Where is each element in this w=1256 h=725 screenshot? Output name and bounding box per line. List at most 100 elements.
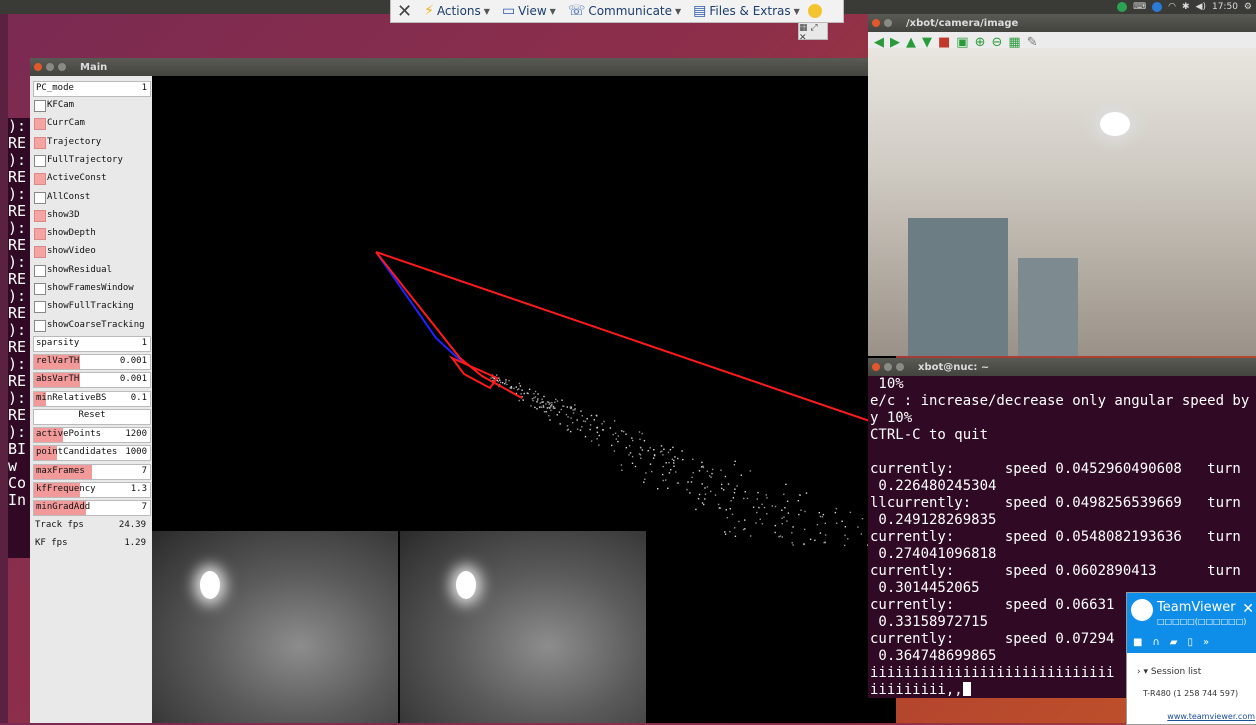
settings-gear-icon[interactable]: ⚙	[1244, 2, 1252, 12]
chat-icon[interactable]: ▰	[1170, 637, 1178, 648]
slider-activepoints[interactable]: activePoints 1200	[33, 427, 151, 443]
checkbox-showresidual[interactable]: showResidual	[33, 264, 149, 278]
view-menu[interactable]: ▭ View ▼	[502, 3, 556, 19]
window-maximize-icon[interactable]	[58, 63, 66, 71]
window-maximize-icon[interactable]	[896, 363, 904, 371]
smiley-icon[interactable]	[807, 4, 822, 18]
cloud-point	[554, 401, 556, 403]
cloud-point	[506, 383, 508, 386]
window-minimize-icon[interactable]	[884, 19, 892, 27]
headset-icon[interactable]: ∩	[1152, 637, 1159, 648]
cloud-point	[836, 522, 838, 524]
teamviewer-link[interactable]: www.teamviewer.com	[1167, 712, 1255, 721]
checkbox-activeconst[interactable]: ActiveConst	[33, 172, 149, 186]
cloud-point	[566, 406, 568, 408]
more-icon[interactable]: »	[1203, 637, 1209, 648]
cloud-point	[781, 523, 783, 525]
checkbox-box[interactable]	[34, 100, 46, 112]
keyboard-icon[interactable]: ⌨	[1133, 2, 1146, 12]
terminal-line: currently: speed 0.0452960490608 turn	[870, 461, 1241, 477]
checkbox-box[interactable]	[34, 191, 46, 204]
cloud-point	[541, 401, 543, 403]
checkbox-box[interactable]	[34, 264, 46, 277]
close-icon[interactable]: ✕	[397, 1, 412, 22]
background-terminal[interactable]: ): RE): RE): RE): RE): RE): RE): RE): RE): RE): BI…	[8, 118, 32, 558]
slider-maxframes[interactable]: maxFrames 7	[33, 463, 151, 480]
slider-absvarth[interactable]: absVarTH 0.001	[33, 372, 151, 389]
checkbox-showfulltracking[interactable]: showFullTracking	[33, 300, 149, 314]
clock[interactable]: 17:50	[1212, 2, 1238, 12]
window-close-icon[interactable]	[872, 19, 880, 27]
window-minimize-icon[interactable]	[884, 363, 892, 371]
checkbox-box[interactable]	[34, 301, 46, 314]
checkbox-showdepth[interactable]: showDepth	[33, 227, 149, 241]
files-extras-menu[interactable]: ▤ Files & Extras ▼	[693, 3, 800, 19]
cloud-point	[639, 438, 641, 440]
main-window: Main PC_mode 1 KFCam CurrCam Trajectory Ful…	[30, 58, 896, 723]
communicate-menu[interactable]: ☏ Communicate ▼	[568, 3, 681, 19]
checkbox-show3d[interactable]: show3D	[33, 209, 149, 223]
session-entry[interactable]: T-R480 (1 258 744 597)	[1143, 689, 1238, 698]
sparsity-field[interactable]: sparsity 1	[33, 336, 151, 352]
cloud-point	[561, 399, 563, 401]
slider-relvarth[interactable]: relVarTH 0.001	[33, 354, 151, 370]
window-minimize-icon[interactable]	[46, 63, 54, 71]
slider-kffrequency[interactable]: kfFrequency 1.3	[33, 481, 151, 498]
checkbox-box[interactable]	[34, 246, 46, 259]
reset-button[interactable]: Reset	[33, 409, 151, 425]
session-list-header[interactable]: › ▾ Session list	[1137, 667, 1201, 677]
checkbox-box[interactable]	[34, 283, 46, 295]
window-close-icon[interactable]	[34, 63, 42, 71]
slider-value: 0.1	[130, 392, 147, 403]
checkbox-currcam[interactable]: CurrCam	[33, 117, 149, 131]
bluetooth-icon[interactable]: ✱	[1182, 2, 1190, 12]
cloud-point	[792, 526, 794, 528]
teamviewer-tray-icon[interactable]	[1117, 2, 1128, 12]
cloud-point	[824, 541, 826, 544]
checkbox-kfcam[interactable]: KFCam	[33, 99, 149, 113]
window-close-icon[interactable]	[872, 363, 880, 371]
cloud-point	[781, 536, 783, 538]
terminal-titlebar[interactable]: xbot@nuc: ~	[868, 358, 1256, 376]
slider-mingradadd[interactable]: minGradAdd 7	[33, 500, 151, 517]
pc-mode-field[interactable]: PC_mode 1	[33, 81, 151, 97]
checkbox-showcoarsetracking[interactable]: showCoarseTracking	[33, 319, 149, 333]
slider-minrelativebs[interactable]: minRelativeBS 0.1	[33, 390, 151, 407]
volume-icon[interactable]: ◀)	[1196, 2, 1206, 12]
cloud-point	[662, 465, 664, 468]
wifi-icon[interactable]: ◠	[1168, 2, 1176, 12]
file-icon[interactable]: ▯	[1187, 637, 1193, 648]
checkbox-box[interactable]	[34, 228, 46, 241]
cloud-point	[659, 451, 662, 453]
checkbox-box[interactable]	[34, 136, 46, 149]
checkbox-box[interactable]	[34, 173, 46, 186]
slider-pointcandidates[interactable]: pointCandidates 1000	[33, 445, 151, 462]
terminal-line: CTRL-C to quit	[870, 427, 989, 443]
cloud-point	[668, 462, 670, 464]
cloud-point	[572, 412, 575, 414]
checkbox-fulltrajectory[interactable]: FullTrajectory	[33, 154, 149, 168]
cloud-point	[661, 450, 663, 452]
settings-panel: PC_mode 1 KFCam CurrCam Trajectory FullTraj…	[30, 76, 152, 723]
checkbox-box[interactable]	[34, 319, 46, 332]
cloud-point	[724, 531, 726, 533]
main-window-titlebar[interactable]: Main	[30, 58, 896, 76]
actions-menu[interactable]: ⚡ Actions ▼	[424, 3, 490, 19]
camera-window-titlebar[interactable]: /xbot/camera/image	[868, 14, 1256, 32]
cloud-point	[729, 531, 731, 533]
video-icon[interactable]: ■	[1133, 637, 1142, 648]
checkbox-box[interactable]	[34, 154, 46, 167]
checkbox-box[interactable]	[34, 209, 46, 222]
checkbox-showframeswindow[interactable]: showFramesWindow	[33, 282, 149, 296]
terminal-line: RE	[8, 338, 27, 356]
checkbox-trajectory[interactable]: Trajectory	[33, 136, 149, 150]
chevron-right-icon: › ▾	[1137, 667, 1151, 677]
cloud-point	[710, 490, 712, 493]
checkbox-box[interactable]	[34, 118, 46, 131]
cloud-point	[542, 404, 545, 407]
tray-app-icon[interactable]	[1152, 2, 1163, 12]
close-icon[interactable]: ✕	[1242, 601, 1254, 617]
checkbox-allconst[interactable]: AllConst	[33, 191, 149, 205]
teamviewer-toolbar-mini-controls[interactable]: ▦ ⤢ ✕	[798, 22, 828, 43]
checkbox-showvideo[interactable]: showVideo	[33, 245, 149, 259]
